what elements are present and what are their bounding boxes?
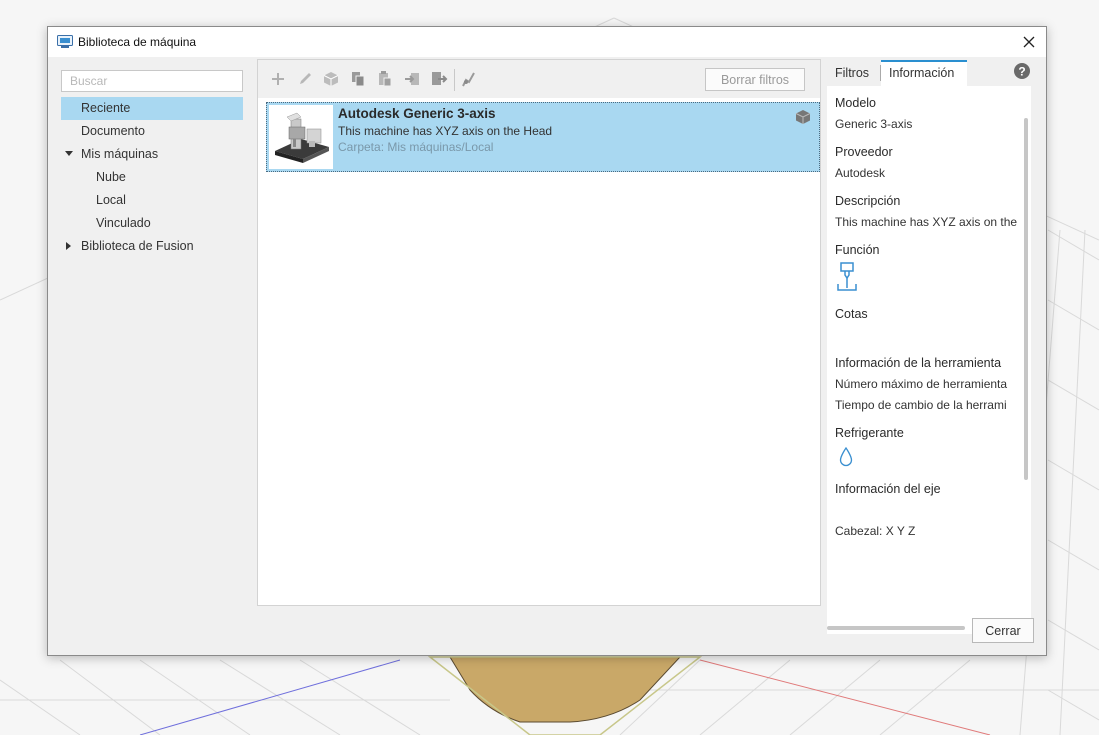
search-input[interactable] — [61, 70, 243, 92]
tab-filters[interactable]: Filtros — [835, 60, 879, 86]
tree-item-linked[interactable]: Vinculado — [61, 212, 243, 235]
cube-icon — [795, 110, 811, 124]
tree-item-label: Local — [96, 193, 126, 207]
model-label: Modelo — [835, 96, 876, 110]
library-tree-panel: Reciente Documento Mis máquinas Nube Loc… — [49, 57, 255, 617]
model-value: Generic 3-axis — [835, 117, 913, 131]
milling-function-icon — [837, 262, 857, 291]
clear-filters-button[interactable]: Borrar filtros — [705, 68, 805, 91]
tree-item-fusion-library[interactable]: Biblioteca de Fusion — [61, 235, 243, 258]
coolant-label: Refrigerante — [835, 426, 904, 440]
add-icon[interactable] — [269, 70, 287, 88]
tab-label: Información — [889, 66, 955, 80]
tree-item-label: Reciente — [81, 101, 131, 115]
vendor-value: Autodesk — [835, 166, 886, 180]
help-icon[interactable]: ? — [1014, 63, 1030, 79]
copy-icon[interactable] — [349, 70, 367, 88]
information-content: Modelo Generic 3-axis Proveedor Autodesk… — [827, 86, 1031, 634]
tree-item-label: Nube — [96, 170, 126, 184]
edit-icon[interactable] — [296, 70, 314, 88]
close-icon[interactable] — [1018, 32, 1040, 52]
axis-info-label: Información del eje — [835, 482, 941, 496]
coolant-drop-icon — [839, 446, 853, 467]
description-label: Descripción — [835, 194, 901, 208]
close-button[interactable]: Cerrar — [972, 618, 1034, 643]
function-label: Función — [835, 243, 880, 257]
tree-item-label: Vinculado — [96, 216, 151, 230]
tool-change-time-value: Tiempo de cambio de la herrami — [835, 398, 1007, 412]
toolbar-separator — [454, 69, 455, 91]
machine-library-icon — [57, 35, 73, 48]
machine-title: Autodesk Generic 3-axis — [338, 106, 496, 121]
tab-label: Filtros — [835, 66, 870, 80]
toolbar: Borrar filtros — [258, 60, 820, 98]
paste-icon[interactable] — [376, 70, 394, 88]
head-axes-value: Cabezal: X Y Z — [835, 524, 916, 538]
tree-item-my-machines[interactable]: Mis máquinas — [61, 143, 243, 166]
cube-icon[interactable] — [322, 70, 340, 88]
vendor-label: Proveedor — [835, 145, 893, 159]
svg-text:?: ? — [1018, 65, 1025, 79]
tree-item-recent[interactable]: Reciente — [61, 97, 243, 120]
tool-info-label: Información de la herramienta — [835, 356, 1002, 370]
machine-thumbnail — [269, 105, 333, 169]
window-title: Biblioteca de máquina — [78, 35, 197, 49]
max-tools-value: Número máximo de herramienta — [835, 377, 1008, 391]
chevron-down-icon[interactable] — [65, 151, 73, 156]
tree-item-cloud[interactable]: Nube — [61, 166, 243, 189]
dimensions-label: Cotas — [835, 307, 868, 321]
tree-item-local[interactable]: Local — [61, 189, 243, 212]
tree-item-label: Mis máquinas — [81, 147, 159, 161]
export-icon[interactable] — [430, 70, 448, 88]
import-icon[interactable] — [403, 70, 421, 88]
machine-description: This machine has XYZ axis on the Head — [338, 124, 553, 138]
machine-list-item[interactable]: Autodesk Generic 3-axis This machine has… — [266, 102, 820, 172]
horizontal-scrollbar[interactable] — [827, 626, 965, 630]
description-value: This machine has XYZ axis on the — [835, 215, 1018, 229]
tree-item-label: Biblioteca de Fusion — [81, 239, 194, 253]
vertical-scrollbar[interactable] — [1024, 118, 1028, 480]
tree-item-document[interactable]: Documento — [61, 120, 243, 143]
machine-folder: Carpeta: Mis máquinas/Local — [338, 140, 494, 154]
machine-list-panel: Borrar filtros Autodesk Generic 3-axis T… — [257, 59, 821, 606]
title-bar: Biblioteca de máquina — [48, 27, 1046, 57]
machine-library-dialog: Biblioteca de máquina Reciente Documento… — [47, 26, 1047, 656]
chevron-right-icon[interactable] — [66, 242, 71, 250]
tab-information[interactable]: Información — [881, 60, 967, 86]
post-processor-icon[interactable] — [460, 70, 478, 88]
tree-item-label: Documento — [81, 124, 145, 138]
details-panel: Filtros Información ? Modelo Generic 3-a… — [823, 57, 1035, 634]
